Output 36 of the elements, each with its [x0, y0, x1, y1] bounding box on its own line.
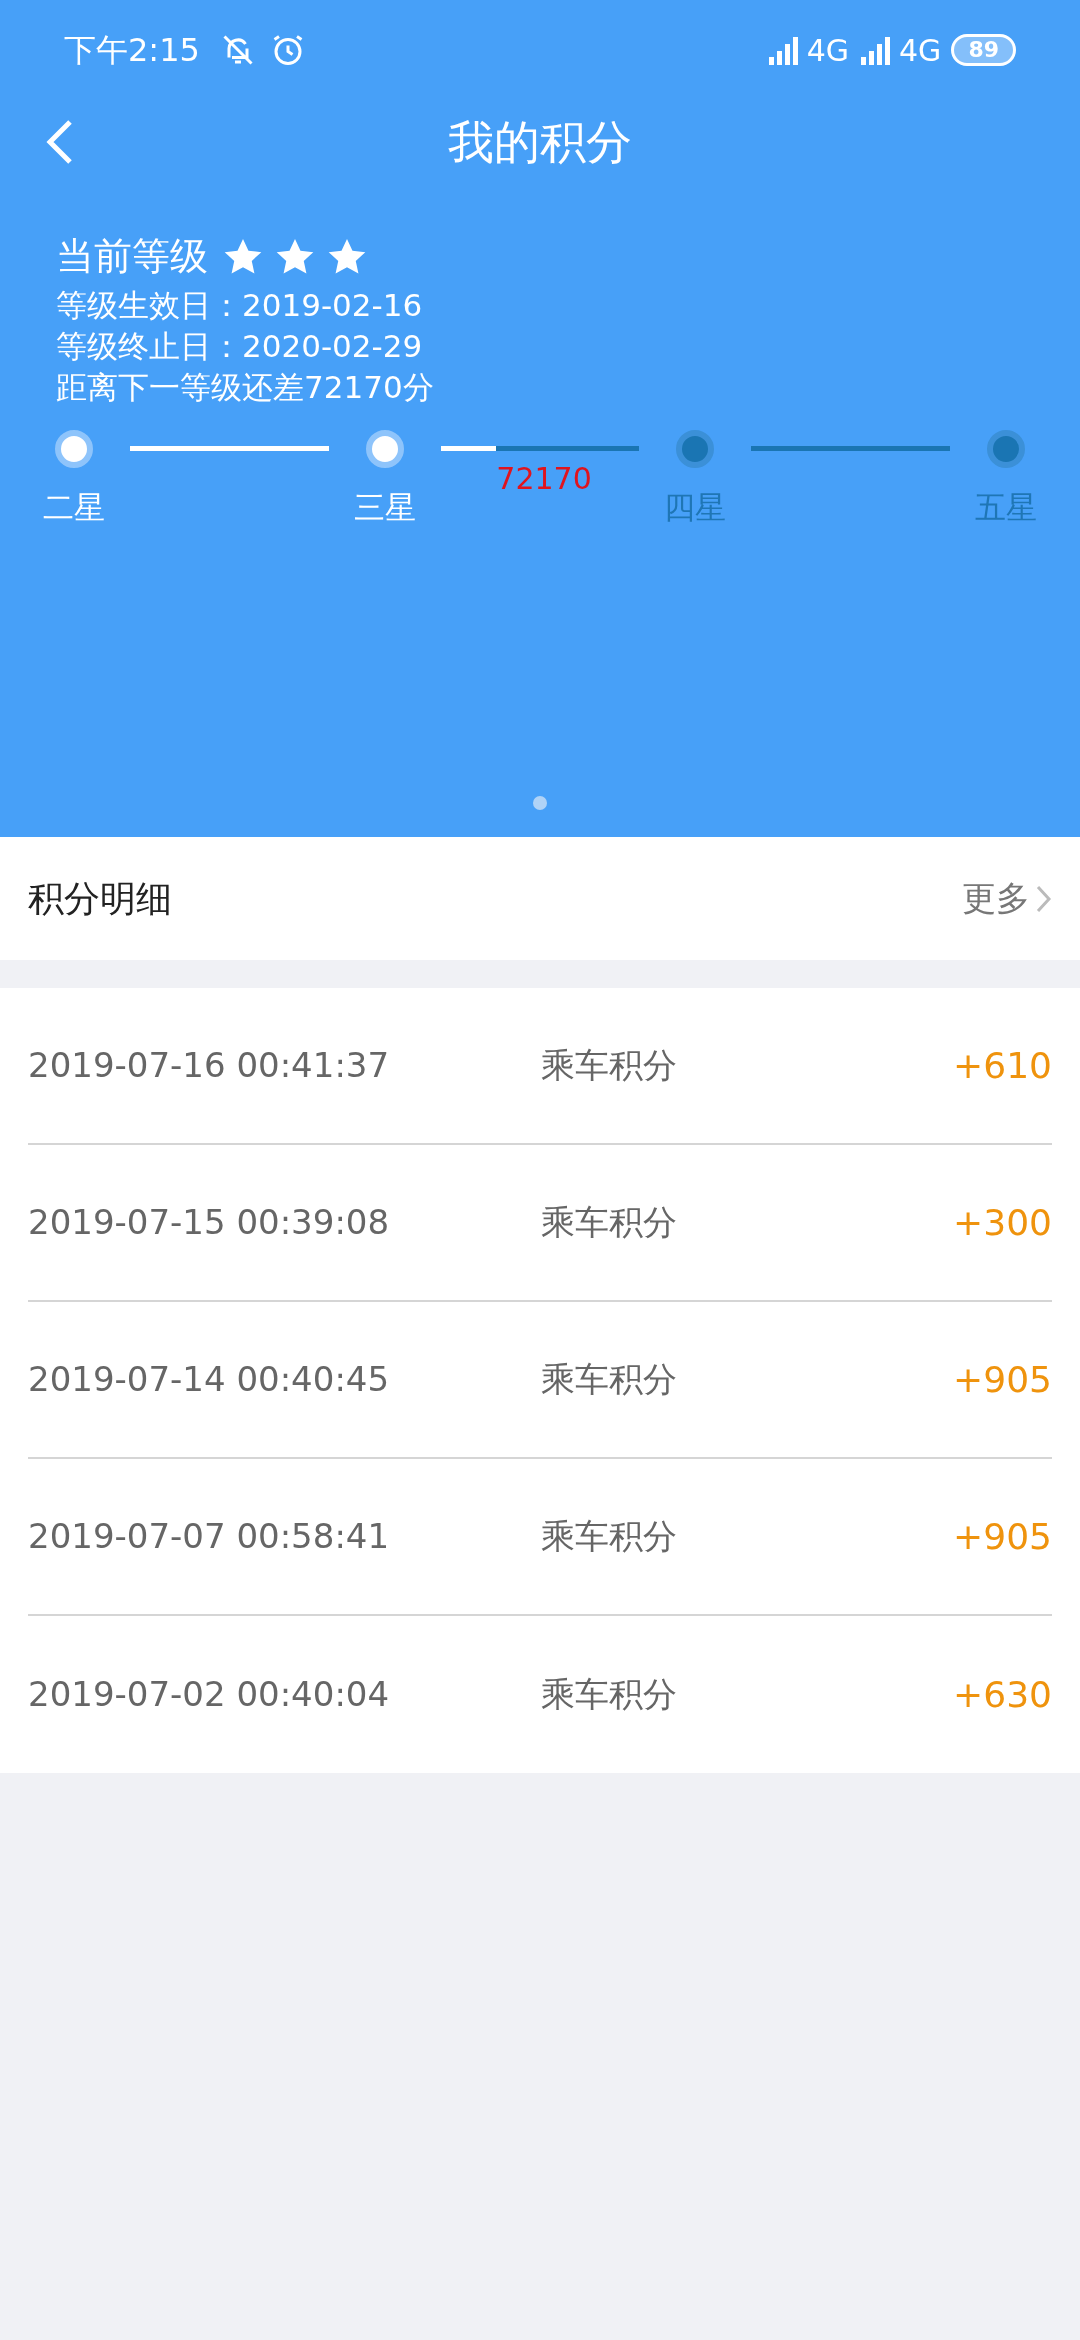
network-label: 4G	[899, 31, 942, 70]
star-icon	[224, 238, 262, 275]
record-time: 2019-07-14 00:40:45	[28, 1358, 391, 1401]
record-points: +905	[953, 1357, 1052, 1402]
tier-label: 三星	[353, 488, 416, 527]
record-time: 2019-07-07 00:58:41	[28, 1515, 391, 1558]
record-points: +630	[953, 1672, 1052, 1717]
section-title: 积分明细	[28, 876, 172, 921]
level-label: 当前等级	[56, 233, 208, 280]
page-indicator	[533, 796, 547, 810]
record-type: 乘车积分	[541, 1358, 677, 1401]
star-icon	[276, 238, 314, 275]
status-time: 下午2:15	[64, 30, 200, 71]
tier-label: 四星	[664, 488, 727, 527]
tier-label: 二星	[43, 488, 105, 527]
record-points: +610	[953, 1043, 1052, 1088]
battery-level: 89	[951, 34, 1016, 66]
more-link[interactable]: 更多	[962, 873, 1052, 924]
page-title: 我的积分	[448, 113, 632, 171]
network-label: 4G	[806, 31, 850, 70]
level-info: 距离下一等级还差72170分	[56, 368, 435, 407]
record-time: 2019-07-02 00:40:04	[28, 1673, 391, 1716]
record-type: 乘车积分	[541, 1673, 677, 1716]
record-time: 2019-07-15 00:39:08	[28, 1201, 391, 1244]
record-points: +905	[953, 1514, 1052, 1559]
points-remaining: 72170	[496, 460, 592, 498]
record-type: 乘车积分	[541, 1201, 677, 1244]
record-time: 2019-07-16 00:41:37	[28, 1044, 391, 1087]
record-type: 乘车积分	[541, 1044, 677, 1087]
star-icon	[328, 238, 366, 275]
chevron-icon	[1036, 883, 1052, 914]
level-info: 等级终止日：2020-02-29	[56, 327, 424, 366]
tier-label: 五星	[975, 488, 1037, 527]
record-type: 乘车积分	[541, 1515, 677, 1558]
level-info: 等级生效日：2019-02-16	[56, 286, 424, 325]
record-points: +300	[953, 1200, 1052, 1245]
